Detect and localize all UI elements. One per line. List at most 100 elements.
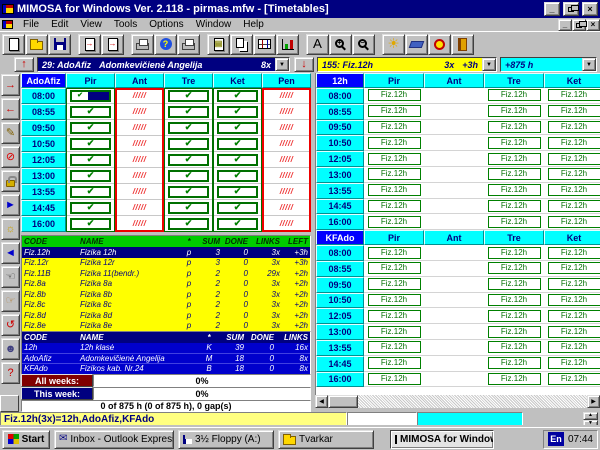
slot-ket-08:00[interactable]: ✔: [213, 88, 262, 104]
place-slot-ket-08:55[interactable]: Fiz.12h: [544, 104, 600, 120]
slot-pen-16:00[interactable]: /////: [262, 216, 311, 232]
task-mimosa-for-windows[interactable]: MIMOSA for Windows: [390, 430, 494, 449]
place-slot-ant-08:55[interactable]: [424, 261, 484, 277]
slot-pir-14:45[interactable]: ✔: [66, 200, 115, 216]
place-slot-tre-13:00[interactable]: Fiz.12h: [484, 167, 544, 183]
worksheet-button[interactable]: ▤: [207, 34, 230, 55]
lesson-dropdown-icon[interactable]: ▼: [482, 58, 496, 71]
place-slot-pir-08:00[interactable]: Fiz.12h: [364, 88, 424, 104]
place-slot-pir-10:50[interactable]: Fiz.12h: [364, 293, 424, 309]
language-indicator[interactable]: En: [548, 432, 564, 446]
place-slot-pir-16:00[interactable]: Fiz.12h: [364, 214, 424, 230]
export-button[interactable]: →: [101, 34, 124, 55]
slot-pir-13:55[interactable]: ✔: [66, 184, 115, 200]
place-slot-pir-13:00[interactable]: Fiz.12h: [364, 324, 424, 340]
slot-pir-12:05[interactable]: ✔: [66, 152, 115, 168]
exit-button[interactable]: [451, 34, 474, 55]
slot-tre-13:00[interactable]: ✔: [164, 168, 213, 184]
place-slot-ket-12:05[interactable]: Fiz.12h: [544, 308, 600, 324]
slot-tre-10:50[interactable]: ✔: [164, 136, 213, 152]
place-slot-pir-09:50[interactable]: Fiz.12h: [364, 120, 424, 136]
slot-pen-12:05[interactable]: /////: [262, 152, 311, 168]
place-slot-ant-13:00[interactable]: [424, 167, 484, 183]
font-button[interactable]: A: [306, 34, 329, 55]
slot-pir-08:55[interactable]: ✔: [66, 104, 115, 120]
scroll-left-icon[interactable]: ◀: [315, 395, 328, 408]
print-button[interactable]: [177, 34, 200, 55]
place-slot-pir-09:50[interactable]: Fiz.12h: [364, 277, 424, 293]
place-slot-tre-10:50[interactable]: Fiz.12h: [484, 293, 544, 309]
menu-window[interactable]: Window: [190, 19, 238, 30]
slot-pen-08:00[interactable]: /////: [262, 88, 311, 104]
place-slot-pir-12:05[interactable]: Fiz.12h: [364, 151, 424, 167]
task-tvarkar[interactable]: Tvarkar: [278, 430, 374, 449]
place-slot-ket-14:45[interactable]: Fiz.12h: [544, 356, 600, 372]
slot-ket-08:55[interactable]: ✔: [213, 104, 262, 120]
menu-file[interactable]: File: [17, 19, 45, 30]
open-file-button[interactable]: [25, 34, 48, 55]
day-header-pen[interactable]: Pen: [262, 73, 311, 88]
minimize-button[interactable]: _: [544, 2, 560, 16]
lesson-selector[interactable]: 155: Fiz.12h 3x +3h ▼: [317, 57, 497, 72]
place-slot-tre-12:05[interactable]: Fiz.12h: [484, 308, 544, 324]
place-slot-ant-10:50[interactable]: [424, 293, 484, 309]
slot-ant-13:55[interactable]: /////: [115, 184, 164, 200]
place-slot-pir-13:55[interactable]: Fiz.12h: [364, 340, 424, 356]
lesson-row[interactable]: Fiz.8dFizika 8dp203x+2h: [22, 310, 310, 321]
section-day-header-ket[interactable]: Ket: [544, 73, 600, 88]
scroll-right-icon[interactable]: ▶: [587, 395, 600, 408]
slot-tre-08:00[interactable]: ✔: [164, 88, 213, 104]
place-slot-ket-14:45[interactable]: Fiz.12h: [544, 199, 600, 215]
day-header-ant[interactable]: Ant: [115, 73, 164, 88]
day-header-tre[interactable]: Tre: [164, 73, 213, 88]
place-slot-ket-13:00[interactable]: Fiz.12h: [544, 167, 600, 183]
place-slot-ant-08:00[interactable]: [424, 88, 484, 104]
task-inbox-outlook-express[interactable]: ✉Inbox - Outlook Express: [54, 430, 174, 449]
place-slot-ket-08:00[interactable]: Fiz.12h: [544, 88, 600, 104]
slot-tre-16:00[interactable]: ✔: [164, 216, 213, 232]
place-slot-pir-14:45[interactable]: Fiz.12h: [364, 199, 424, 215]
undo-button[interactable]: ↺: [1, 314, 20, 336]
menu-options[interactable]: Options: [143, 19, 189, 30]
slot-pen-09:50[interactable]: /////: [262, 120, 311, 136]
place-slot-pir-10:50[interactable]: Fiz.12h: [364, 135, 424, 151]
place-slot-ant-12:05[interactable]: [424, 151, 484, 167]
place-slot-tre-08:55[interactable]: Fiz.12h: [484, 104, 544, 120]
place-slot-ket-08:55[interactable]: Fiz.12h: [544, 261, 600, 277]
edit-cell-button[interactable]: ✎: [1, 122, 20, 144]
resource-row[interactable]: AdoAfizAdomkevičienė AngelijaM1808x: [22, 354, 310, 365]
place-slot-pir-12:05[interactable]: Fiz.12h: [364, 308, 424, 324]
place-slot-pir-16:00[interactable]: Fiz.12h: [364, 372, 424, 388]
day-header-pir[interactable]: Pir: [66, 73, 115, 88]
staff-button[interactable]: ☻: [1, 338, 20, 360]
place-slot-ket-13:00[interactable]: Fiz.12h: [544, 324, 600, 340]
scrollbar-track[interactable]: [358, 395, 587, 408]
slot-pen-13:00[interactable]: /////: [262, 168, 311, 184]
place-slot-ket-16:00[interactable]: Fiz.12h: [544, 214, 600, 230]
slot-ant-10:50[interactable]: /////: [115, 136, 164, 152]
place-slot-ant-13:55[interactable]: [424, 340, 484, 356]
place-slot-tre-08:00[interactable]: Fiz.12h: [484, 245, 544, 261]
slot-ant-16:00[interactable]: /////: [115, 216, 164, 232]
statistics-button[interactable]: [276, 34, 299, 55]
place-slot-pir-14:45[interactable]: Fiz.12h: [364, 356, 424, 372]
spin-down-icon[interactable]: ▼: [583, 420, 598, 428]
slot-pen-13:55[interactable]: /////: [262, 184, 311, 200]
hand-left-button[interactable]: ☜: [1, 266, 20, 288]
child-close-button[interactable]: ×: [586, 19, 600, 31]
place-slot-tre-08:00[interactable]: Fiz.12h: [484, 88, 544, 104]
place-slot-ant-13:55[interactable]: [424, 183, 484, 199]
eraser-button[interactable]: [405, 34, 428, 55]
section-day-header-tre[interactable]: Tre: [484, 73, 544, 88]
lesson-row[interactable]: Fiz.12rFizika 12rp303x+3h: [22, 258, 310, 269]
teacher-selector[interactable]: 29: AdoAfiz Adomkevičienė Angelija 8x ▼: [37, 57, 290, 72]
slot-ket-10:50[interactable]: ✔: [213, 136, 262, 152]
slot-ket-13:00[interactable]: ✔: [213, 168, 262, 184]
place-slot-pir-13:55[interactable]: Fiz.12h: [364, 183, 424, 199]
child-minimize-button[interactable]: _: [558, 19, 572, 31]
place-slot-tre-10:50[interactable]: Fiz.12h: [484, 135, 544, 151]
slot-ant-08:00[interactable]: /////: [115, 88, 164, 104]
help-button[interactable]: ?: [1, 362, 20, 384]
slot-pir-09:50[interactable]: ✔: [66, 120, 115, 136]
slot-pir-16:00[interactable]: ✔: [66, 216, 115, 232]
